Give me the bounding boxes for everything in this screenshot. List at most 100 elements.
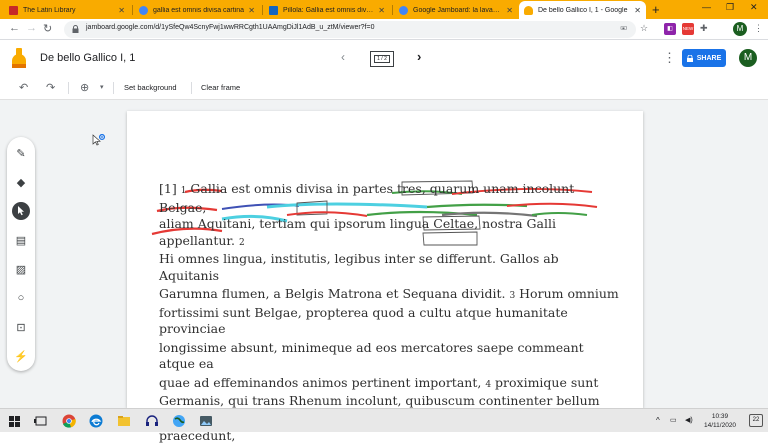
next-frame-icon[interactable]: › xyxy=(417,49,421,64)
eraser-icon: ◆ xyxy=(16,176,26,189)
share-button[interactable]: SHARE xyxy=(682,49,726,67)
tab-divider xyxy=(132,5,133,15)
text-line: fortissimi sunt Belgae, propterea quod a… xyxy=(159,304,568,337)
edge-icon[interactable] xyxy=(89,414,103,428)
back-arrow-icon[interactable]: ← xyxy=(9,22,20,34)
circle-tool[interactable]: ○ xyxy=(12,289,30,307)
chrome-icon[interactable] xyxy=(62,414,76,428)
page-title[interactable]: De bello Gallico I, 1 xyxy=(40,52,135,64)
headphones-icon[interactable] xyxy=(145,414,159,428)
page-favicon-icon xyxy=(269,5,278,15)
zoom-icon[interactable]: ⊕ xyxy=(80,81,89,94)
sticky-note-tool[interactable]: ▤ xyxy=(12,231,30,249)
task-view-icon[interactable] xyxy=(34,414,48,428)
tab-divider xyxy=(262,5,263,15)
browser-tab-2[interactable]: Pillola: Gallia est omnis divisa ✕ xyxy=(264,1,390,19)
account-avatar[interactable]: M xyxy=(739,49,757,67)
tab-title: Pillola: Gallia est omnis divisa xyxy=(283,6,375,14)
tab-title: Google Jamboard: la lavagna xyxy=(413,6,503,14)
text-line: Garumna flumen, a Belgis Matrona et Sequ… xyxy=(159,286,619,301)
media-icon[interactable]: ▪ xyxy=(622,24,625,33)
close-icon[interactable]: ✕ xyxy=(378,6,385,15)
board-text: [1] 1 Gallia est omnis divisa in partes … xyxy=(159,181,619,447)
laser-tool[interactable]: ⚡ xyxy=(12,347,30,365)
tab-title: The Latin Library xyxy=(23,6,76,14)
close-icon[interactable]: ✕ xyxy=(248,6,255,15)
toolbar-divider xyxy=(113,82,114,94)
pen-tool[interactable]: ✎ xyxy=(12,144,30,162)
frame-bar-toggle[interactable]: 1 / 2 xyxy=(370,51,394,67)
frame-indicator: 1 / 2 xyxy=(374,55,390,63)
reload-icon[interactable]: ↻ xyxy=(43,22,52,35)
jamboard-logo-icon[interactable] xyxy=(12,48,26,68)
google-favicon-icon xyxy=(399,5,408,15)
maximize-icon[interactable]: ❐ xyxy=(726,2,734,13)
globe-app-icon[interactable] xyxy=(172,414,186,428)
new-tab-button[interactable]: + xyxy=(652,2,660,17)
toolbar-divider xyxy=(191,82,192,94)
jamboard-toolbar: ↶ ↷ ⊕ ▾ Set background Clear frame xyxy=(0,76,768,100)
text-line: quae ad effeminandos animos pertinent im… xyxy=(159,374,599,390)
extensions-puzzle-icon[interactable]: ✚ xyxy=(700,23,708,34)
clock-date: 14/11/2020 xyxy=(704,422,737,429)
close-icon[interactable]: ✕ xyxy=(506,6,513,15)
profile-avatar[interactable]: M xyxy=(733,22,747,36)
text-line: [1] 1 Gallia est omnis divisa in partes … xyxy=(159,181,575,215)
extension-new-icon[interactable]: NEW xyxy=(682,23,694,35)
browser-tab-3[interactable]: Google Jamboard: la lavagna ✕ xyxy=(394,1,518,19)
text-line: aliam Aquitani, tertiam qui ipsorum ling… xyxy=(159,216,556,248)
clear-frame-button[interactable]: Clear frame xyxy=(201,83,240,92)
minimize-icon[interactable]: — xyxy=(702,2,711,12)
lock-icon xyxy=(686,54,693,62)
tray-overflow-icon[interactable]: ^ xyxy=(656,416,660,425)
google-favicon-icon xyxy=(139,5,148,15)
file-explorer-icon[interactable] xyxy=(117,414,131,428)
image-tool[interactable]: ▨ xyxy=(12,260,30,278)
url-field[interactable]: jamboard.google.com/d/1ySfeQw4ScnyFwj1ww… xyxy=(64,21,636,38)
bookmark-star-icon[interactable]: ☆ xyxy=(640,23,648,34)
browser-tab-0[interactable]: The Latin Library ✕ xyxy=(4,1,130,19)
browser-menu-icon[interactable]: ⋮ xyxy=(754,23,763,34)
system-clock[interactable]: 10:39 14/11/2020 xyxy=(704,412,736,430)
text-line: longissime absunt, minimeque ad eos merc… xyxy=(159,339,584,372)
sticky-note-icon: ▤ xyxy=(15,234,27,247)
extension-icon[interactable]: ◧ xyxy=(664,23,676,35)
url-text: jamboard.google.com/d/1ySfeQw4ScnyFwj1ww… xyxy=(86,24,375,31)
redo-icon[interactable]: ↷ xyxy=(46,81,55,94)
network-icon[interactable]: ▭ xyxy=(670,416,677,424)
toolbar-divider xyxy=(68,82,69,94)
circle-icon: ○ xyxy=(17,292,25,304)
text-box-tool[interactable]: ⊡ xyxy=(12,318,30,336)
tab-title: De bello Gallico I, 1 - Google xyxy=(538,6,628,14)
previous-frame-icon[interactable]: ‹ xyxy=(341,50,345,64)
pointer-icon xyxy=(17,206,24,216)
browser-tab-1[interactable]: gallia est omnis divisa cartina ✕ xyxy=(134,1,260,19)
pen-icon: ✎ xyxy=(16,147,26,160)
text-box-icon: ⊡ xyxy=(16,321,26,334)
jamboard-header: De bello Gallico I, 1 ‹ 1 / 2 › ⋮ SHARE … xyxy=(0,40,768,76)
clock-time: 10:39 xyxy=(711,413,729,420)
jamboard-favicon-icon xyxy=(524,5,533,15)
photos-app-icon[interactable] xyxy=(199,414,213,428)
browser-tab-active[interactable]: De bello Gallico I, 1 - Google ✕ xyxy=(519,1,646,19)
close-icon[interactable]: ✕ xyxy=(118,6,125,15)
text-line: Hi omnes lingua, institutis, legibus int… xyxy=(159,251,559,283)
eraser-tool[interactable]: ◆ xyxy=(12,173,30,191)
volume-icon[interactable]: ◀) xyxy=(685,416,693,424)
close-window-icon[interactable]: ✕ xyxy=(750,2,758,13)
set-background-button[interactable]: Set background xyxy=(124,83,177,92)
address-bar-row: ← → ↻ jamboard.google.com/d/1ySfeQw4Scny… xyxy=(0,19,768,40)
more-options-icon[interactable]: ⋮ xyxy=(663,50,676,66)
close-icon[interactable]: ✕ xyxy=(634,6,641,15)
image-icon: ▨ xyxy=(15,263,27,276)
latin-library-favicon-icon xyxy=(9,5,18,15)
zoom-dropdown-icon[interactable]: ▾ xyxy=(100,83,104,91)
undo-icon[interactable]: ↶ xyxy=(19,81,28,94)
windows-taskbar: ^ ▭ ◀) 10:39 14/11/2020 22 xyxy=(0,408,768,432)
forward-arrow-icon[interactable]: → xyxy=(26,22,37,34)
jam-frame[interactable]: [1] 1 Gallia est omnis divisa in partes … xyxy=(127,111,643,443)
share-label: SHARE xyxy=(696,54,722,62)
select-tool[interactable] xyxy=(12,202,30,220)
notification-center-icon[interactable]: 22 xyxy=(749,414,763,427)
windows-start-icon[interactable] xyxy=(9,416,20,427)
